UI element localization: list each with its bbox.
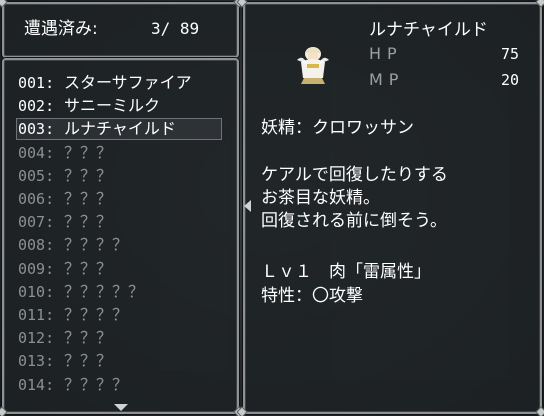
enemy-sprite [297, 47, 329, 84]
encounter-label: 遭遇済み: [24, 19, 98, 39]
encounter-count: 3/ 89 [151, 19, 200, 38]
enemy-list-name: ルナチャイルド [64, 119, 176, 139]
enemy-number: 007: [18, 213, 55, 232]
enemy-number: 001: [18, 74, 55, 92]
enemy-list-item[interactable]: 008: ？？？？ [18, 234, 128, 256]
enemy-list-item[interactable]: 002: サニーミルク [18, 95, 160, 117]
enemy-list-item[interactable]: 003: ルナチャイルド [18, 118, 176, 140]
enemy-number: 008: [18, 236, 55, 255]
hp-label: HP [369, 44, 403, 63]
enemy-number: 002: [18, 97, 55, 116]
enemy-list-item[interactable]: 005: ？？？ [18, 165, 112, 187]
enemy-list-item[interactable]: 013: ？？？ [18, 350, 112, 372]
enemy-number: 009: [18, 259, 55, 278]
enemy-list-item[interactable]: 010: ？？？？？ [18, 281, 144, 303]
enemy-list-name: ？？？ [64, 328, 113, 348]
enemy-number: 010: [18, 282, 55, 301]
enemy-list-item[interactable]: 006: ？？？ [18, 188, 112, 210]
enemy-list-name: ？？？？ [64, 235, 129, 255]
hp-value: 75 [501, 45, 520, 63]
enemy-list-name: ？？？？ [64, 305, 129, 324]
enemy-list-name: ？？？ [64, 165, 113, 185]
enemy-drop: Ｌｖ１ 肉「雷属性」 [261, 262, 431, 282]
enemy-number: 005: [18, 166, 55, 185]
mp-value: 20 [501, 71, 520, 89]
enemy-desc-line-1: ケアルで回復したりする [261, 165, 448, 185]
enemy-detail-window: ルナチャイルド HP 75 MP 20 妖精：クロワッサン ケアルで回復したりす… [243, 2, 542, 414]
enemy-number: 003: [18, 120, 55, 139]
page-left-arrow-icon[interactable] [244, 200, 252, 212]
enemy-number: 004: [18, 143, 55, 162]
enemy-desc-line-3: 回復される前に倒そう。 [261, 211, 447, 231]
enemy-list-name: サニーミルク [64, 96, 161, 116]
enemy-list-name: ？？？ [64, 258, 113, 278]
enemy-list-name: スターサファイア [64, 73, 192, 92]
enemy-list-name: ？？？ [64, 142, 113, 162]
enemy-number: 012: [18, 329, 55, 348]
enemy-list-name: ？？？ [64, 212, 113, 232]
mp-label: MP [369, 70, 405, 89]
enemy-list-item[interactable]: 009: ？？？ [18, 258, 112, 280]
enemy-list-item[interactable]: 012: ？？？ [18, 327, 112, 349]
enemy-list-item[interactable]: 014: ？？？？ [18, 374, 128, 396]
enemy-race: 妖精：クロワッサン [261, 118, 414, 138]
enemy-number: 014: [18, 375, 55, 394]
enemy-name: ルナチャイルド [369, 20, 488, 40]
game-screen: 遭遇済み: 3/ 89 001: スターサファイア 002: サニーミルク 003: ルナ… [0, 0, 544, 416]
enemy-trait: 特性：〇攻撃 [261, 286, 363, 306]
encounter-window: 遭遇済み: 3/ 89 [2, 2, 239, 58]
scroll-down-arrow-icon[interactable] [114, 404, 128, 412]
enemy-list-item[interactable]: 004: ？？？ [18, 142, 112, 164]
enemy-list-item[interactable]: 007: ？？？ [18, 211, 112, 233]
enemy-list-name: ？？？ [64, 189, 113, 208]
enemy-list-name: ？？？？ [64, 374, 129, 394]
enemy-desc-line-2: お茶目な妖精。 [261, 188, 380, 208]
enemy-list-name: ？？？？？ [64, 281, 145, 301]
enemy-list-name: ？？？ [64, 351, 113, 371]
enemy-list-item[interactable]: 001: スターサファイア [18, 72, 192, 94]
enemy-number: 013: [18, 352, 55, 371]
enemy-number: 011: [18, 306, 55, 324]
enemy-list-item[interactable]: 011: ？？？？ [18, 304, 128, 326]
enemy-number: 006: [18, 190, 55, 208]
enemy-list-window: 001: スターサファイア 002: サニーミルク 003: ルナチャイルド 004: ？？？… [2, 58, 239, 414]
